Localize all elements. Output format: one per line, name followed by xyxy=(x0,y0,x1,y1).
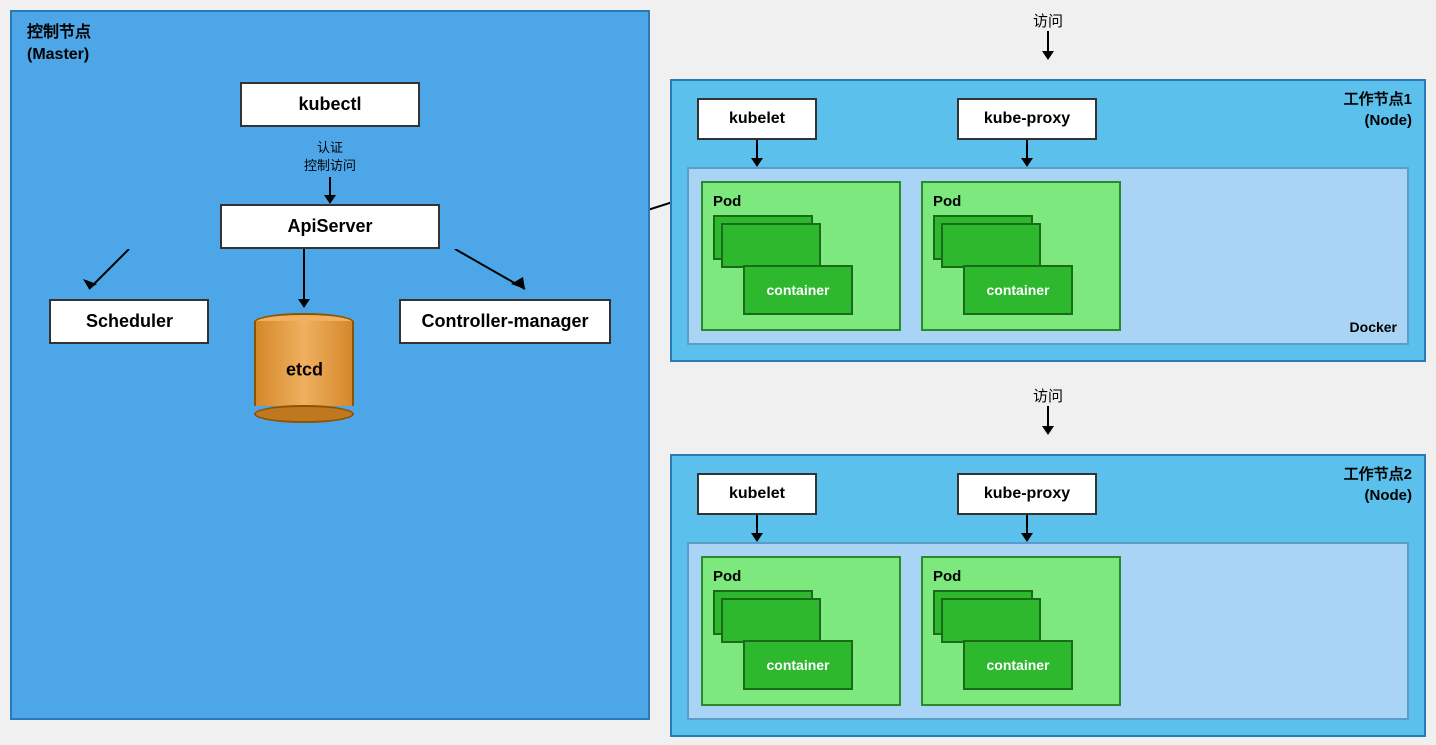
node2-kubelet-section: kubelet xyxy=(697,473,817,542)
node1-pod1-container-front: container xyxy=(743,265,853,315)
node2-pod2-containers: container xyxy=(933,590,1093,700)
node2-pod1-label: Pod xyxy=(713,568,889,585)
kubectl-to-api-arrow xyxy=(324,177,336,204)
node1-pod1-label: Pod xyxy=(713,193,889,210)
node2-access-label: 访问 xyxy=(1033,385,1063,406)
node2-pod2: Pod container xyxy=(921,556,1121,706)
node1-kube-proxy-arrow xyxy=(1021,140,1033,167)
node1-kubelet-section: kubelet xyxy=(697,98,817,167)
worker-node2-label: 工作节点2 (Node) xyxy=(1344,464,1412,506)
node2-kubelet-label: kubelet xyxy=(729,485,785,502)
node2-access-arrow xyxy=(1042,406,1054,435)
node1-pod1-container-back1 xyxy=(721,223,821,268)
node1-pod2-container-label: container xyxy=(986,282,1049,298)
node1-access-arrow xyxy=(1042,31,1054,60)
node1-kube-proxy-label: kube-proxy xyxy=(984,110,1070,127)
node2-pod1-container-label: container xyxy=(766,657,829,673)
node1-kubelet-arrow xyxy=(751,140,763,167)
api-to-etcd-arrow xyxy=(298,249,310,308)
node1-pod1: Pod container xyxy=(701,181,901,331)
apiserver-label: ApiServer xyxy=(287,216,372,236)
right-panel: 访问 工作节点1 (Node) kubelet xyxy=(670,10,1426,735)
node1-docker-label: Docker xyxy=(1350,319,1397,335)
node2-pod1-containers: container xyxy=(713,590,873,700)
node1-pod1-containers: container xyxy=(713,215,873,325)
apiserver-to-controller-arrow xyxy=(435,249,575,299)
scheduler-label: Scheduler xyxy=(86,311,173,331)
node1-pod2: Pod container xyxy=(921,181,1121,331)
scheduler-box: Scheduler xyxy=(49,299,209,344)
node2-pod2-container-label: container xyxy=(986,657,1049,673)
node1-kube-proxy-section: kube-proxy xyxy=(957,98,1097,167)
main-layout: 控制节点 (Master) kubectl 认证 控制访问 A xyxy=(10,10,1426,735)
node2-pod2-label: Pod xyxy=(933,568,1109,585)
node2-kube-proxy-arrow xyxy=(1021,515,1033,542)
etcd-label: etcd xyxy=(286,360,323,381)
node1-pod2-container-front: container xyxy=(963,265,1073,315)
node1-kube-proxy-box: kube-proxy xyxy=(957,98,1097,140)
node2-kube-proxy-section: kube-proxy xyxy=(957,473,1097,542)
node1-docker-area: Pod container Pod xyxy=(687,167,1409,345)
apiserver-to-scheduler-arrow xyxy=(69,249,189,299)
node1-pod1-container-label: container xyxy=(766,282,829,298)
etcd-cylinder: etcd xyxy=(249,313,359,423)
master-label: 控制节点 (Master) xyxy=(27,22,91,67)
apiserver-box: ApiServer xyxy=(220,204,440,249)
node1-access-label: 访问 xyxy=(1033,10,1063,31)
node1-kubelet-box: kubelet xyxy=(697,98,817,140)
node1-pod2-container-back1 xyxy=(941,223,1041,268)
node1-access-row: 访问 xyxy=(670,10,1426,60)
node2-docker-area: Pod container Pod xyxy=(687,542,1409,720)
controller-box: Controller-manager xyxy=(399,299,610,344)
node2-kubelet-arrow xyxy=(751,515,763,542)
node1-pod2-label: Pod xyxy=(933,193,1109,210)
node2-kube-proxy-label: kube-proxy xyxy=(984,485,1070,502)
node2-kubelet-box: kubelet xyxy=(697,473,817,515)
master-content: kubectl 认证 控制访问 ApiServer xyxy=(22,22,638,708)
node1-kubelet-label: kubelet xyxy=(729,110,785,127)
node2-pod1: Pod container xyxy=(701,556,901,706)
worker-node-2: 工作节点2 (Node) kubelet kube-proxy xyxy=(670,454,1426,737)
kubectl-box: kubectl xyxy=(240,82,420,127)
master-node: 控制节点 (Master) kubectl 认证 控制访问 A xyxy=(10,10,650,720)
node2-pod1-container-front: container xyxy=(743,640,853,690)
node2-access-row: 访问 xyxy=(670,385,1426,435)
node2-pod2-container-front: container xyxy=(963,640,1073,690)
kubectl-label: kubectl xyxy=(298,94,361,114)
controller-label: Controller-manager xyxy=(421,311,588,331)
node2-pod2-container-back1 xyxy=(941,598,1041,643)
node2-pod1-container-back1 xyxy=(721,598,821,643)
node2-kube-proxy-box: kube-proxy xyxy=(957,473,1097,515)
node1-pod2-containers: container xyxy=(933,215,1093,325)
worker-node1-label: 工作节点1 (Node) xyxy=(1344,89,1412,131)
auth-label: 认证 控制访问 xyxy=(304,139,356,175)
worker-node-1: 工作节点1 (Node) kubelet xyxy=(670,79,1426,362)
